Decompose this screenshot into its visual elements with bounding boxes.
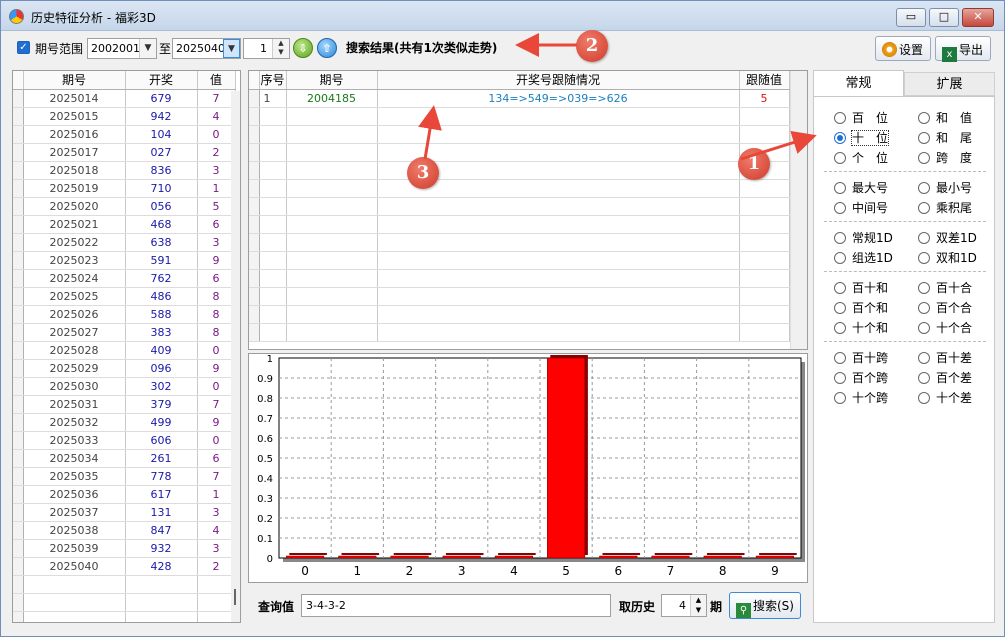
annotation-arrows <box>418 33 817 161</box>
arrow-3-icon <box>418 105 442 160</box>
main-window: 历史特征分析 - 福彩3D ▭ □ ✕ ✓ 期号范围 2002001 ▼ 至 2… <box>0 0 1005 637</box>
arrow-1-icon <box>740 130 817 161</box>
